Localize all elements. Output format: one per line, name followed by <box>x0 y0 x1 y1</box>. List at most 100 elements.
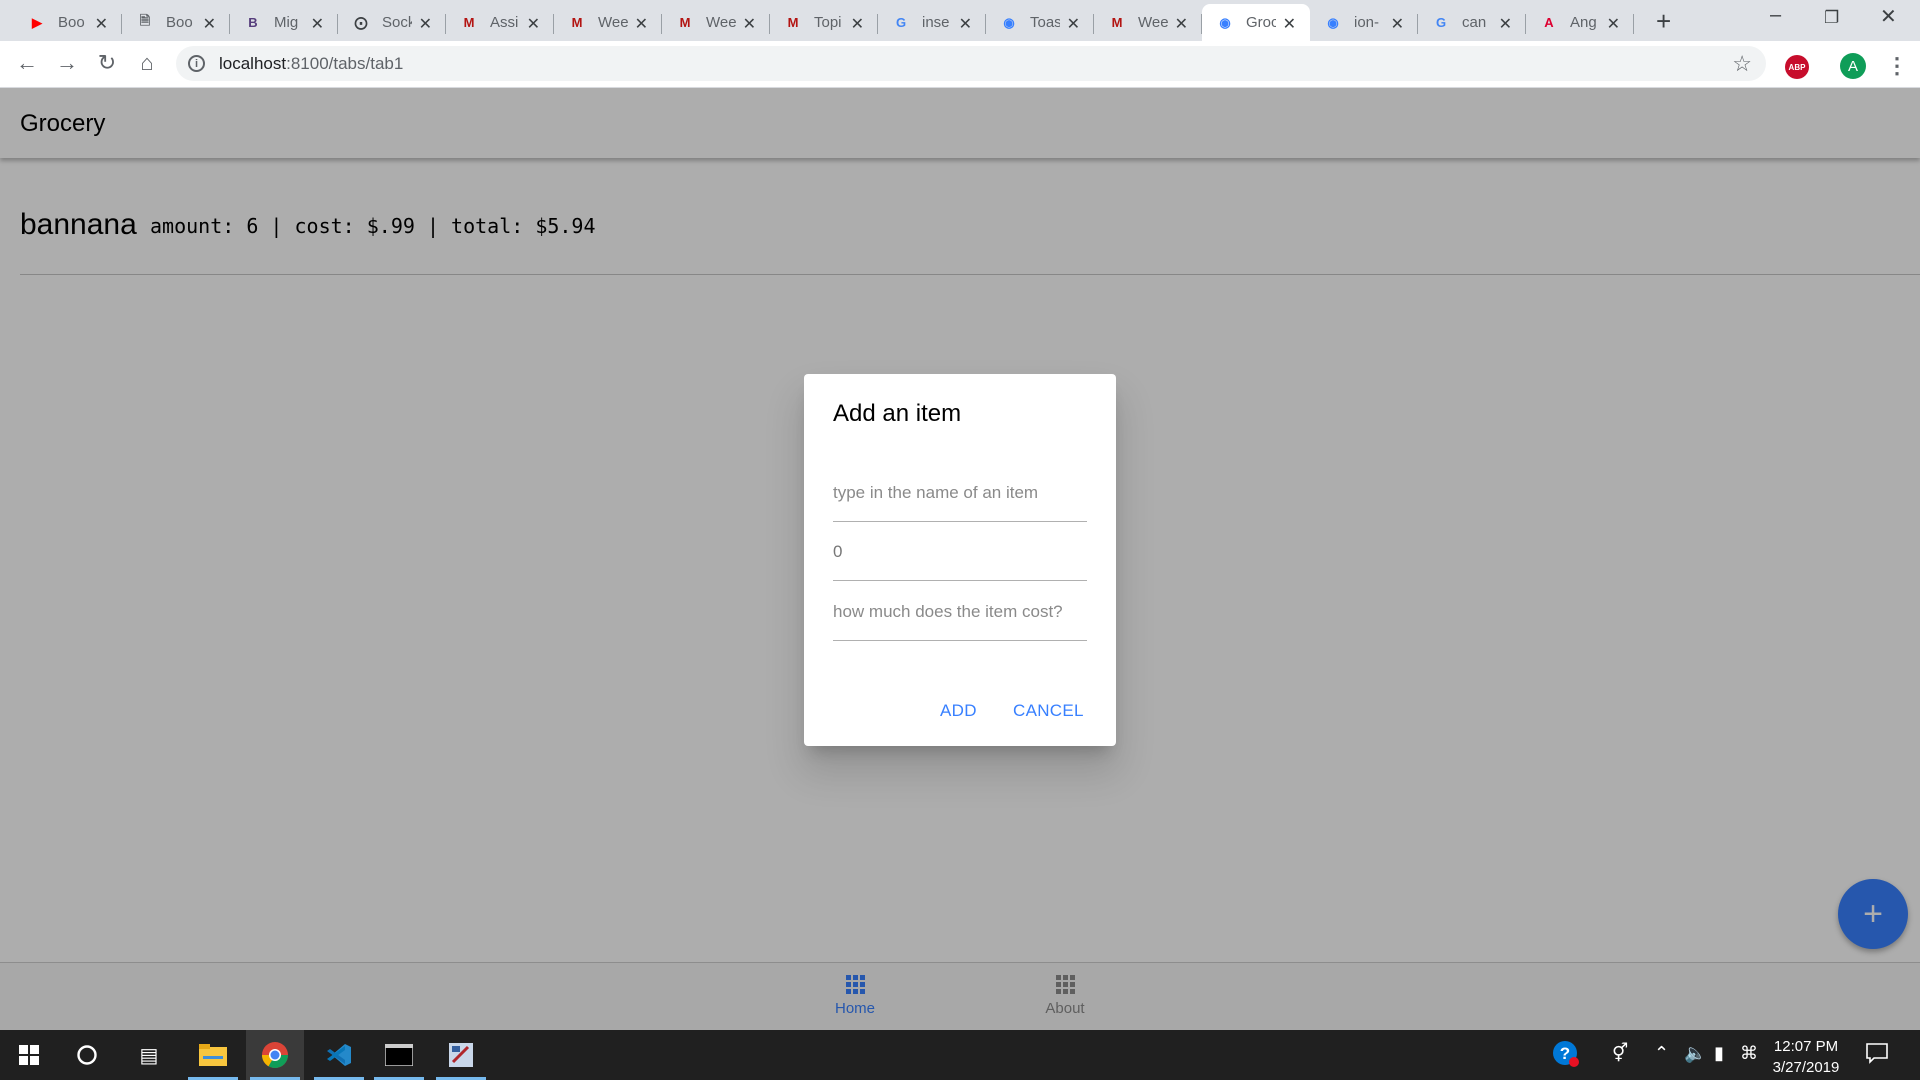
tab-title: can <box>1462 14 1487 31</box>
tab-title: inse <box>922 14 950 31</box>
close-tab-icon[interactable]: ✕ <box>1391 14 1404 34</box>
browser-tab[interactable]: 🗎 Boo ✕ <box>122 4 230 41</box>
youtube-icon: ▶ <box>32 14 42 30</box>
bookmark-star-icon[interactable]: ☆ <box>1732 51 1752 77</box>
compass-icon: ⨀ <box>354 14 368 30</box>
gmail-icon: M <box>679 15 691 30</box>
ionic-icon: ◉ <box>1219 14 1231 30</box>
close-tab-icon[interactable]: ✕ <box>1067 14 1080 34</box>
tab-title: Boo <box>58 14 85 31</box>
close-tab-icon[interactable]: ✕ <box>1499 14 1512 34</box>
google-icon: G <box>895 15 907 30</box>
browser-menu-icon[interactable]: ⋮ <box>1886 53 1908 79</box>
windows-taskbar: ▤ ? ⚥ ⌃ 🔈 ▮ ⌘ 12:07 PM 3/27/2019 <box>0 1030 1920 1080</box>
svg-text:?: ? <box>1560 1044 1570 1063</box>
tab-title: Wee <box>706 14 736 31</box>
close-tab-icon[interactable]: ✕ <box>311 14 324 34</box>
gmail-icon: M <box>1111 15 1123 30</box>
close-tab-icon[interactable]: ✕ <box>1283 14 1296 34</box>
bootstrap-icon: B <box>248 15 258 30</box>
browser-tab[interactable]: ▶ Boo ✕ <box>14 4 122 41</box>
document-icon: 🗎 <box>139 12 151 28</box>
tab-separator <box>1633 14 1634 34</box>
browser-tab[interactable]: ◉ ion- ✕ <box>1310 4 1418 41</box>
browser-tab[interactable]: Gcan ✕ <box>1418 4 1526 41</box>
browser-tab[interactable]: M Wee ✕ <box>662 4 770 41</box>
tab-title: Wee <box>598 14 628 31</box>
windows-start-icon[interactable] <box>0 1030 58 1080</box>
browser-toolbar: ← → ↻ ⌂ i localhost:8100/tabs/tab1 ☆ ABP… <box>0 41 1920 88</box>
cancel-button[interactable]: CANCEL <box>1013 701 1084 721</box>
back-icon[interactable]: ← <box>13 49 41 77</box>
people-icon[interactable]: ⚥ <box>1612 1043 1628 1064</box>
tab-title: ion- <box>1354 14 1380 31</box>
chrome-icon[interactable] <box>246 1030 304 1080</box>
app-icon[interactable] <box>432 1030 490 1080</box>
gmail-icon: M <box>571 15 583 30</box>
ionic-icon: ◉ <box>1003 14 1015 30</box>
browser-tab[interactable]: Ginse ✕ <box>878 4 986 41</box>
ionic-icon: ◉ <box>1327 14 1339 30</box>
browser-tab[interactable]: ⨀ Sock ✕ <box>338 4 446 41</box>
gmail-icon: M <box>787 15 799 30</box>
close-tab-icon[interactable]: ✕ <box>959 14 972 34</box>
address-bar[interactable]: i localhost:8100/tabs/tab1 ☆ <box>176 46 1766 81</box>
notification-center-icon[interactable] <box>1866 1042 1888 1069</box>
minimize-button[interactable]: – <box>1770 4 1781 27</box>
close-tab-icon[interactable]: ✕ <box>95 14 108 34</box>
home-icon[interactable]: ⌂ <box>133 49 161 77</box>
profile-avatar[interactable]: A <box>1840 53 1866 79</box>
close-tab-icon[interactable]: ✕ <box>743 14 756 34</box>
clock-time: 12:07 PM <box>1773 1038 1839 1055</box>
browser-tab[interactable]: B Mig ✕ <box>230 4 338 41</box>
angular-icon: A <box>1544 15 1554 30</box>
battery-icon[interactable]: ▮ <box>1714 1043 1724 1064</box>
add-item-dialog: Add an item ADD CANCEL <box>804 374 1116 746</box>
browser-tab[interactable]: M Wee ✕ <box>554 4 662 41</box>
item-name-input[interactable] <box>833 464 1087 522</box>
url-text: localhost:8100/tabs/tab1 <box>219 54 403 74</box>
task-view-icon[interactable]: ▤ <box>120 1030 178 1080</box>
close-tab-icon[interactable]: ✕ <box>527 14 540 34</box>
tab-title: Wee <box>1138 14 1168 31</box>
tab-title: Toas <box>1030 14 1060 31</box>
browser-tab[interactable]: M Topi ✕ <box>770 4 878 41</box>
file-explorer-icon[interactable] <box>184 1030 242 1080</box>
help-icon[interactable]: ? <box>1552 1040 1580 1073</box>
google-icon: G <box>1435 15 1447 30</box>
item-amount-input[interactable] <box>833 523 1087 581</box>
close-tab-icon[interactable]: ✕ <box>851 14 864 34</box>
url-path: :8100/tabs/tab1 <box>286 53 404 73</box>
close-window-button[interactable]: ✕ <box>1880 4 1897 29</box>
close-tab-icon[interactable]: ✕ <box>203 14 216 34</box>
restore-button[interactable]: ❐ <box>1824 8 1839 28</box>
item-cost-input[interactable] <box>833 583 1087 641</box>
reload-icon[interactable]: ↻ <box>93 49 121 77</box>
close-tab-icon[interactable]: ✕ <box>1607 14 1620 34</box>
tab-title: Sock <box>382 14 412 31</box>
browser-tab[interactable]: A Ang ✕ <box>1526 4 1634 41</box>
vscode-icon[interactable] <box>310 1030 368 1080</box>
new-tab-button[interactable]: + <box>1656 6 1671 37</box>
browser-tab[interactable]: ◉ Groc ✕ <box>1202 4 1310 41</box>
add-button[interactable]: ADD <box>940 701 977 721</box>
browser-tab[interactable]: M Assi ✕ <box>446 4 554 41</box>
browser-tab[interactable]: M Wee ✕ <box>1094 4 1202 41</box>
browser-tab-strip: + – ❐ ✕ ▶ Boo ✕ 🗎 Boo ✕ B Mig ✕ ⨀ Sock ✕ M Assi ✕ M Wee ✕… <box>0 0 1920 41</box>
terminal-icon[interactable] <box>370 1030 428 1080</box>
close-tab-icon[interactable]: ✕ <box>635 14 648 34</box>
adblock-icon[interactable]: ABP <box>1785 55 1809 79</box>
show-hidden-icons-icon[interactable]: ⌃ <box>1654 1043 1669 1064</box>
close-tab-icon[interactable]: ✕ <box>1175 14 1188 34</box>
gmail-icon: M <box>463 15 475 30</box>
site-info-icon[interactable]: i <box>188 55 205 72</box>
tab-title: Mig <box>274 14 299 31</box>
clock[interactable]: 12:07 PM 3/27/2019 <box>1756 1036 1856 1078</box>
cortana-search-icon[interactable] <box>58 1030 116 1080</box>
close-tab-icon[interactable]: ✕ <box>419 14 432 34</box>
tab-title: Assi <box>490 14 519 31</box>
url-host: localhost <box>219 53 287 73</box>
browser-tab[interactable]: ◉ Toas ✕ <box>986 4 1094 41</box>
forward-icon[interactable]: → <box>53 49 81 77</box>
volume-icon[interactable]: 🔈 <box>1684 1043 1706 1064</box>
